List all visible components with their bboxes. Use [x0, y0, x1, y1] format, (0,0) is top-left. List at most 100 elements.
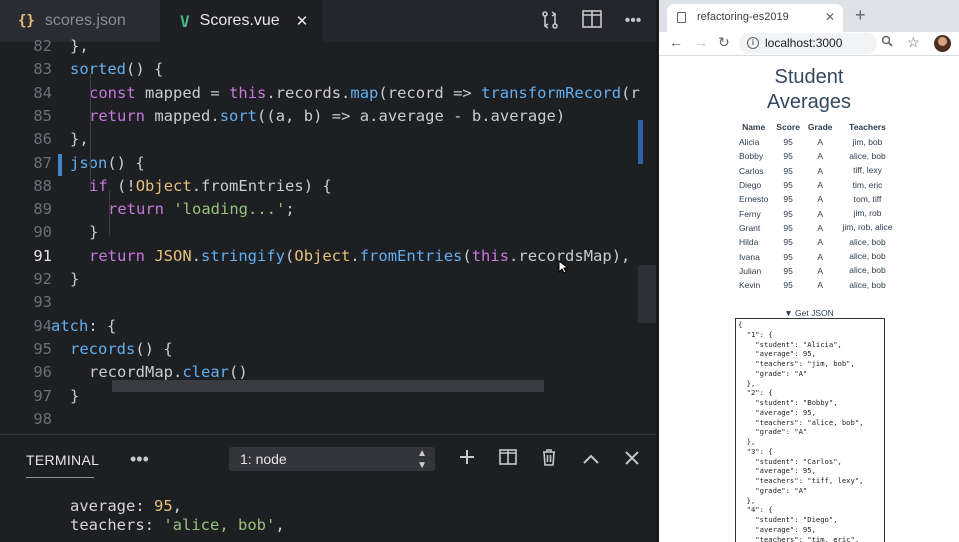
maximize-panel-icon[interactable]	[580, 448, 602, 470]
column-header: Grade	[807, 122, 833, 132]
code-token: return	[108, 200, 164, 219]
code-token: b	[471, 106, 482, 125]
code-token: ,	[621, 246, 631, 265]
line-number: 97	[33, 386, 52, 405]
table-cell: tiff, lexy	[853, 165, 882, 176]
code-line[interactable]: 90}	[0, 221, 656, 244]
code-text: records() {	[70, 338, 173, 361]
code-token: average	[490, 106, 556, 125]
scores-table: Name Score Grade Teachers Alicia 95 Ajim, bob…	[735, 121, 899, 292]
terminal-panel[interactable]: TERMINAL ••• 1: node ▲ ▼ average: 95, tea…	[0, 434, 656, 542]
code-line[interactable]: 87 json() {	[0, 152, 656, 175]
zoom-icon[interactable]	[881, 35, 893, 50]
code-area[interactable]: 82}, 83 sorted() {84 const mapped = this.re…	[0, 37, 656, 434]
table-cell: 95	[783, 180, 793, 191]
code-token: return	[89, 106, 145, 125]
close-tab-icon[interactable]: ✕	[825, 4, 835, 30]
table-row: Carlos 95 Atiff, lexy	[735, 164, 899, 178]
code-line[interactable]: 85 return mapped.sort((a, b) => a.average…	[0, 105, 656, 128]
trash-icon[interactable]	[538, 448, 560, 470]
code-line[interactable]: 82},	[0, 35, 656, 58]
back-icon[interactable]: ←	[669, 34, 683, 50]
code-token: }	[70, 130, 80, 149]
output-punct: ,	[172, 497, 183, 515]
web-page: Student Averages Name Score Grade Teachers …	[659, 57, 959, 542]
info-icon[interactable]: i	[747, 37, 759, 49]
terminal-tab[interactable]: TERMINAL	[26, 452, 99, 468]
bookmark-star-icon[interactable]: ☆	[907, 34, 920, 51]
forward-icon[interactable]: →	[694, 34, 708, 50]
code-token: json	[70, 153, 108, 172]
code-text: }	[70, 268, 79, 291]
code-token: atch	[51, 316, 89, 335]
code-token: b	[303, 106, 314, 125]
code-token: .	[341, 83, 351, 102]
code-line[interactable]: 84 const mapped = this.records.map(record…	[0, 82, 656, 105]
code-line[interactable]: 88 if (!Object.fromEntries) {	[0, 175, 656, 198]
code-token: stringify	[201, 246, 286, 265]
table-cell: Kevin	[739, 280, 761, 291]
code-token: a	[275, 106, 286, 125]
code-token: )	[611, 246, 622, 265]
table-cell: A	[817, 165, 824, 176]
code-token: (	[285, 246, 295, 265]
code-line[interactable]: 95 records() {	[0, 338, 656, 361]
profile-avatar[interactable]	[934, 35, 951, 52]
code-line[interactable]: 89 return 'loading...';	[0, 198, 656, 221]
code-token: mapped	[154, 106, 211, 125]
split-terminal-icon[interactable]	[497, 448, 519, 470]
address-bar[interactable]: i localhost:3000	[739, 33, 877, 54]
terminal-output[interactable]: average: 95, teachers: 'alice, bob',	[70, 497, 285, 535]
table-cell: Ernesto	[739, 194, 769, 205]
line-number: 98	[33, 409, 52, 428]
code-token: this	[229, 83, 267, 102]
vertical-scrollbar[interactable]	[638, 265, 656, 323]
browser-tab[interactable]: refactoring-es2019 ✕	[667, 4, 843, 32]
code-token: mapped	[145, 83, 202, 102]
code-token: r	[630, 83, 640, 102]
new-tab-icon[interactable]: +	[855, 5, 866, 26]
code-line[interactable]: 98	[0, 408, 656, 431]
reload-icon[interactable]: ↻	[718, 34, 730, 51]
table-cell: A	[817, 208, 824, 219]
code-text: return 'loading...';	[108, 198, 295, 221]
get-json-toggle[interactable]: ▼ Get JSON	[659, 308, 959, 318]
close-panel-icon[interactable]	[621, 448, 643, 470]
more-icon[interactable]: •••	[130, 449, 149, 470]
code-token: )	[144, 339, 155, 358]
horizontal-scrollbar[interactable]	[112, 380, 544, 392]
close-tab-icon[interactable]: ✕	[296, 12, 309, 30]
git-change-marker	[58, 154, 62, 176]
table-row: Kevin 95 Aalice, bob	[735, 278, 899, 292]
code-token: (	[462, 246, 472, 265]
code-text: json() {	[70, 152, 145, 175]
table-cell: alice, bob	[849, 236, 886, 247]
code-text: },	[70, 128, 89, 151]
page-title-line2: Averages	[766, 91, 852, 113]
code-line[interactable]: 93	[0, 291, 656, 314]
line-number: 96	[33, 363, 52, 382]
code-line[interactable]: 86},	[0, 128, 656, 151]
code-token: map	[350, 83, 379, 102]
line-number: 83	[33, 60, 52, 79]
code-token: .	[266, 83, 276, 102]
compare-changes-icon[interactable]	[539, 10, 561, 32]
new-terminal-icon[interactable]	[456, 448, 478, 470]
terminal-selector[interactable]: 1: node ▲ ▼	[229, 447, 435, 471]
page-title-line1: Student	[774, 66, 844, 88]
browser-window[interactable]: refactoring-es2019 ✕ + ← → ↻ i localhost…	[656, 0, 959, 542]
split-editor-icon[interactable]	[581, 10, 603, 32]
code-line[interactable]: 94 atch: {	[0, 315, 656, 338]
table-cell: 95	[783, 237, 793, 248]
table-body: Alicia 95 Ajim, bob Bobby 95 Aalice, bob Carlo…	[735, 135, 899, 292]
code-token: =	[210, 83, 220, 102]
more-actions-icon[interactable]: •••	[622, 10, 644, 32]
code-line[interactable]: 83 sorted() {	[0, 58, 656, 81]
